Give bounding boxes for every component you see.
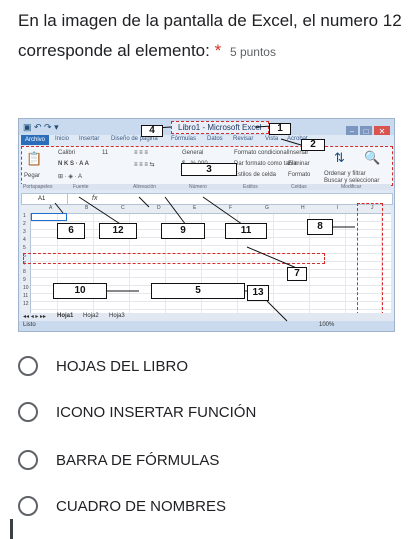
callout-6: 6 [57,223,85,239]
option-label: HOJAS DEL LIBRO [56,358,188,375]
text-cursor [10,519,13,539]
callout-1: 1 [269,123,291,135]
points-label: 5 puntos [229,45,276,59]
callout-8: 8 [307,219,333,235]
callout-11: 11 [225,223,267,239]
callout-10: 10 [53,283,107,299]
excel-screenshot: ▣ ↶ ↷ ▾ Libro1 - Microsoft Excel – □ ✕ Arc… [18,118,395,332]
radio-button[interactable] [18,356,38,376]
callout-9: 9 [161,223,205,239]
callout-7: 7 [287,267,307,281]
question-title: En la imagen de la pantalla de Excel, el… [18,6,403,67]
callout-5: 5 [151,283,245,299]
option-label: CUADRO DE NOMBRES [56,498,227,515]
option-cuadro-de-nombres[interactable]: CUADRO DE NOMBRES [18,492,403,522]
callout-12: 12 [99,223,137,239]
callout-2: 2 [301,139,325,151]
option-label: BARRA DE FÓRMULAS [56,452,220,469]
option-hojas-del-libro[interactable]: HOJAS DEL LIBRO [18,352,403,382]
required-mark: * [214,41,222,60]
callout-4: 4 [141,125,163,137]
callout-13: 13 [247,285,269,301]
radio-button[interactable] [18,450,38,470]
option-barra-de-formulas[interactable]: BARRA DE FÓRMULAS [18,446,403,476]
radio-button[interactable] [18,402,38,422]
question-text: En la imagen de la pantalla de Excel, el… [18,11,402,60]
option-label: ICONO INSERTAR FUNCIÓN [56,404,257,421]
radio-button[interactable] [18,496,38,516]
callout-3: 3 [181,163,237,176]
option-icono-insertar-funcion[interactable]: ICONO INSERTAR FUNCIÓN [18,398,403,428]
